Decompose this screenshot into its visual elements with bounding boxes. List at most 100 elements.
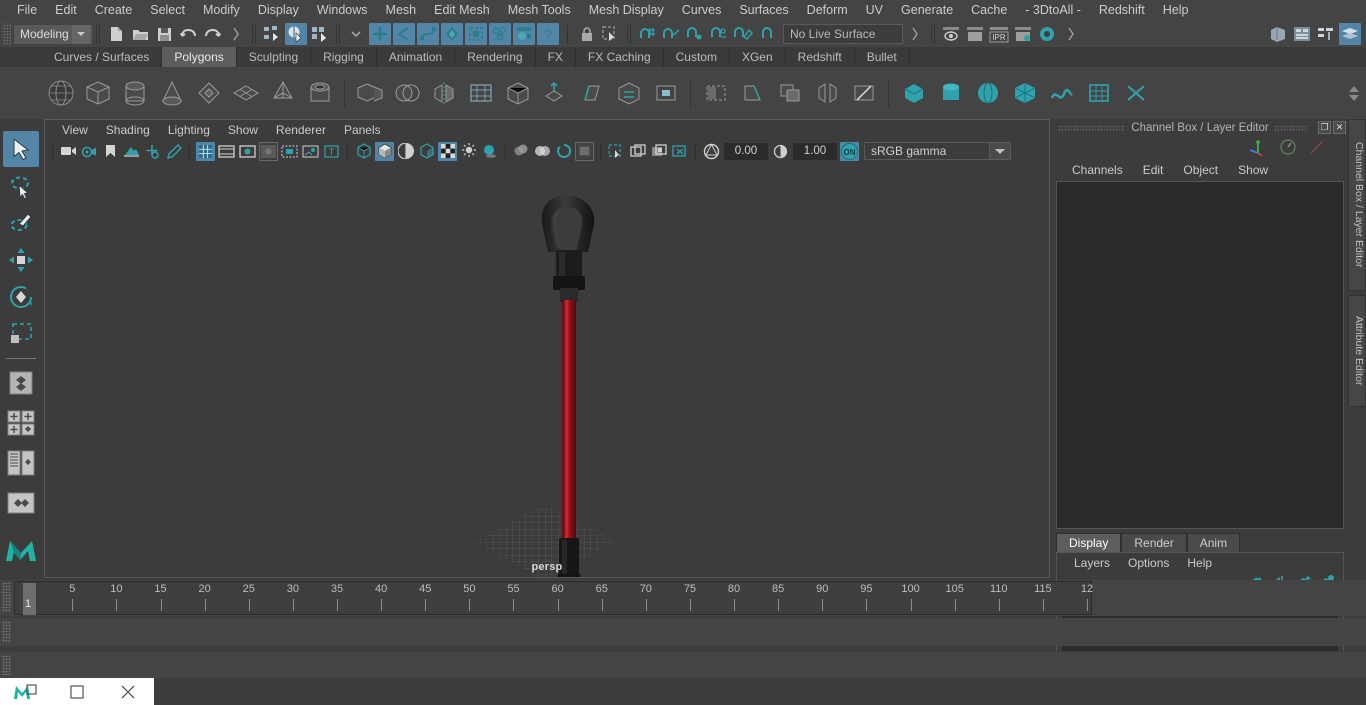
show-hide-attribute-editor-icon[interactable] [1291, 23, 1313, 45]
poly-prism-icon[interactable] [266, 77, 299, 110]
save-scene-icon[interactable] [153, 23, 175, 45]
channel-box-attribute-list[interactable] [1056, 181, 1344, 529]
smooth-shade-all-icon[interactable] [375, 141, 394, 161]
lock-icon[interactable] [576, 23, 598, 45]
shelf-tab-custom[interactable]: Custom [663, 47, 730, 67]
layer-tab-anim[interactable]: Anim [1186, 533, 1241, 552]
gamma-icon[interactable] [771, 142, 790, 161]
menu-set-selector[interactable]: Modeling [14, 24, 92, 44]
poly-bridge-icon[interactable] [612, 77, 645, 110]
poly-multi-cut-icon[interactable] [847, 77, 880, 110]
uv-layout-icon[interactable] [1119, 77, 1152, 110]
shadows-icon[interactable] [480, 142, 499, 161]
menu-item-select[interactable]: Select [141, 0, 194, 21]
poly-wedge-icon[interactable] [736, 77, 769, 110]
chevron-down-icon[interactable] [72, 24, 90, 44]
grease-pencil-icon[interactable] [164, 142, 183, 161]
uv-editor-icon[interactable] [1082, 77, 1115, 110]
menu-item-3dtoall[interactable]: - 3DtoAll - [1016, 0, 1090, 21]
menu-item-mesh-tools[interactable]: Mesh Tools [499, 0, 580, 21]
shelf-tab-xgen[interactable]: XGen [729, 47, 786, 67]
gate-mask-icon[interactable] [259, 141, 278, 161]
range-slider-grip[interactable] [2, 621, 11, 643]
snap-to-curve-icon[interactable] [660, 23, 682, 45]
poly-smooth-icon[interactable] [464, 77, 497, 110]
collapse-arrow-icon[interactable] [904, 23, 926, 45]
menu-item-redshift[interactable]: Redshift [1090, 0, 1154, 21]
menu-item-modify[interactable]: Modify [194, 0, 249, 21]
menu-item-surfaces[interactable]: Surfaces [730, 0, 797, 21]
undock-icon[interactable]: ❐ [1318, 121, 1331, 134]
wireframe-on-shaded-icon[interactable] [438, 141, 457, 161]
menu-item-display[interactable]: Display [249, 0, 308, 21]
xray-joints-icon[interactable] [628, 142, 647, 161]
new-scene-icon[interactable] [105, 23, 127, 45]
shelf-tab-fx[interactable]: FX [535, 47, 576, 67]
multisample-icon[interactable] [554, 142, 573, 161]
curves-mask-icon[interactable] [417, 23, 439, 45]
object-select-icon[interactable] [285, 23, 307, 45]
poly-append-icon[interactable] [699, 77, 732, 110]
rendering-mask-icon[interactable] [513, 23, 535, 45]
layer-menu-help[interactable]: Help [1178, 556, 1221, 570]
shelf-tab-animation[interactable]: Animation [376, 47, 456, 67]
color-management-toggle-icon[interactable]: ON [840, 141, 859, 161]
poly-cube-icon[interactable] [81, 77, 114, 110]
channelbox-menu-channels[interactable]: Channels [1062, 163, 1133, 177]
open-scene-icon[interactable] [129, 23, 151, 45]
gamma-field[interactable]: 1.00 [793, 142, 837, 160]
ipr-label-icon[interactable]: IPR [988, 23, 1010, 45]
layer-tab-render[interactable]: Render [1121, 533, 1187, 552]
move-tool[interactable] [3, 242, 39, 278]
menu-item-deform[interactable]: Deform [798, 0, 857, 21]
hypershade-icon[interactable] [1036, 23, 1058, 45]
two-pane-layout-icon[interactable] [3, 445, 39, 481]
exposure-icon[interactable] [702, 142, 721, 161]
image-plane-icon[interactable] [122, 142, 141, 161]
snap-to-projected-center-icon[interactable] [708, 23, 730, 45]
menu-item-cache[interactable]: Cache [962, 0, 1016, 21]
shelf-tab-rendering[interactable]: Rendering [455, 47, 536, 67]
select-tool[interactable] [3, 131, 39, 167]
maya-restore-icon[interactable] [0, 678, 51, 705]
channelbox-menu-show[interactable]: Show [1228, 163, 1278, 177]
poly-bevel-icon[interactable] [575, 77, 608, 110]
camera-attributes-icon[interactable] [80, 142, 99, 161]
view-transform-chevron-down-icon[interactable] [989, 142, 1011, 160]
viewport-menu-view[interactable]: View [53, 123, 97, 137]
shelf-tab-bullet[interactable]: Bullet [854, 47, 910, 67]
redo-icon[interactable] [201, 23, 223, 45]
select-camera-icon[interactable] [59, 142, 78, 161]
statusline-grip[interactable] [2, 23, 11, 45]
menu-item-edit[interactable]: Edit [46, 0, 86, 21]
menu-item-edit-mesh[interactable]: Edit Mesh [425, 0, 499, 21]
view-transform-field[interactable]: sRGB gamma [864, 142, 990, 160]
snap-to-point-icon[interactable] [684, 23, 706, 45]
time-slider-grip[interactable] [2, 582, 11, 612]
channelbox-menu-edit[interactable]: Edit [1133, 163, 1174, 177]
snap-to-view-plane-icon[interactable] [732, 23, 754, 45]
layer-menu-layers[interactable]: Layers [1065, 556, 1119, 570]
deformers-mask-icon[interactable] [465, 23, 487, 45]
shelf-scroll-down-icon[interactable] [1349, 94, 1359, 101]
menu-item-file[interactable]: File [8, 0, 46, 21]
shelf-scroll-arrows[interactable] [1346, 70, 1362, 116]
ipr-render-icon[interactable] [964, 23, 986, 45]
title-safe-icon[interactable]: T [322, 142, 341, 161]
single-perspective-layout-icon[interactable] [3, 365, 39, 401]
resolution-gate-icon[interactable] [238, 142, 257, 161]
menu-item-curves[interactable]: Curves [673, 0, 731, 21]
show-hide-tool-settings-icon[interactable] [1315, 23, 1337, 45]
menu-item-mesh-display[interactable]: Mesh Display [580, 0, 673, 21]
poly-booleans-icon[interactable] [390, 77, 423, 110]
collapse-arrow-icon[interactable] [225, 23, 247, 45]
sidetab-channel-box[interactable]: Channel Box / Layer Editor [1348, 119, 1366, 291]
viewport-menu-show[interactable]: Show [219, 123, 267, 137]
poly-cylinder-icon[interactable] [118, 77, 151, 110]
menu-item-mesh[interactable]: Mesh [377, 0, 426, 21]
misc-mask-icon[interactable]: ? [537, 23, 559, 45]
viewport-menu-panels[interactable]: Panels [335, 123, 390, 137]
shelf-tab-redshift[interactable]: Redshift [785, 47, 855, 67]
render-current-frame-icon[interactable] [940, 23, 962, 45]
menu-item-create[interactable]: Create [86, 0, 142, 21]
